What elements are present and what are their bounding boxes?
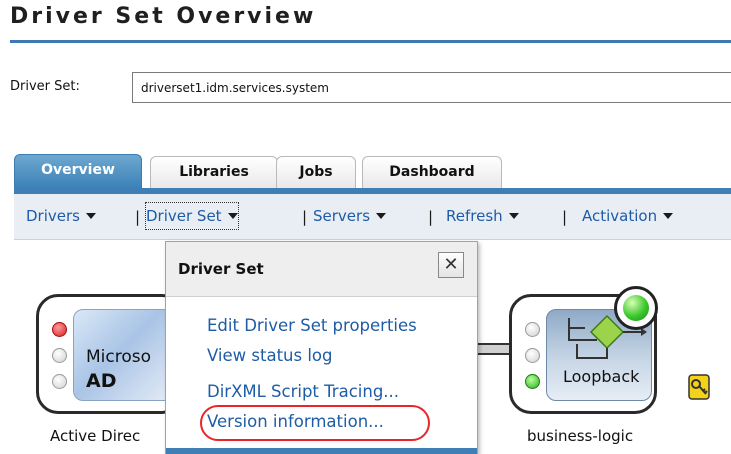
status-led-icon — [525, 348, 540, 363]
running-indicator-icon — [614, 286, 658, 330]
menu-separator: | — [135, 208, 141, 226]
chevron-down-icon — [508, 212, 519, 219]
driver-connector — [478, 343, 512, 355]
tab-jobs[interactable]: Jobs — [276, 156, 356, 188]
chevron-down-icon — [85, 212, 96, 219]
driver-icon-text: Microso — [86, 347, 152, 367]
menu-driver-set-label: Driver Set — [146, 207, 222, 225]
version-information-link[interactable]: Version information... — [207, 412, 384, 431]
close-icon[interactable]: ✕ — [438, 252, 464, 278]
popup-header: Driver Set ✕ — [166, 242, 477, 297]
key-icon — [688, 374, 710, 400]
status-led-icon — [52, 374, 67, 389]
toolbar-menu: Drivers | Driver Set | Servers | Refresh… — [14, 194, 731, 240]
tab-dashboard[interactable]: Dashboard — [362, 156, 502, 188]
edit-driver-set-properties-link[interactable]: Edit Driver Set properties — [207, 316, 417, 335]
chevron-down-icon — [227, 212, 238, 219]
menu-refresh-label: Refresh — [446, 207, 503, 225]
menu-servers[interactable]: Servers — [313, 203, 387, 229]
windows-logo-icon: Microso AD — [73, 309, 179, 401]
chevron-down-icon — [663, 212, 674, 219]
menu-activation[interactable]: Activation — [582, 203, 674, 229]
driver-active-directory[interactable]: Microso AD — [36, 294, 184, 414]
status-led-icon — [52, 348, 67, 363]
chevron-down-icon — [376, 212, 387, 219]
status-error-icon — [52, 322, 67, 337]
menu-drivers-label: Drivers — [26, 207, 80, 225]
menu-activation-label: Activation — [582, 207, 658, 225]
tab-libraries[interactable]: Libraries — [150, 156, 278, 188]
tab-overview[interactable]: Overview — [14, 154, 142, 188]
title-divider — [10, 40, 731, 43]
popup-title: Driver Set — [178, 260, 264, 278]
menu-separator: | — [428, 208, 434, 226]
driver-icon-text: Loopback — [563, 367, 640, 386]
menu-servers-label: Servers — [313, 207, 371, 225]
driver-set-field[interactable] — [132, 72, 731, 103]
status-led-icon — [525, 322, 540, 337]
menu-driver-set[interactable]: Driver Set — [145, 202, 239, 230]
popup-bottom-bar — [166, 448, 477, 454]
dirxml-script-tracing-link[interactable]: DirXML Script Tracing... — [207, 382, 399, 401]
menu-drivers[interactable]: Drivers — [26, 203, 96, 229]
driver-icon-text: AD — [86, 370, 117, 392]
driver-name-label: business-logic — [527, 427, 634, 445]
view-status-log-link[interactable]: View status log — [207, 346, 333, 365]
driver-name-label: Active Direc — [50, 427, 141, 445]
menu-refresh[interactable]: Refresh — [446, 203, 519, 229]
menu-separator: | — [562, 208, 568, 226]
driver-set-popup: Driver Set ✕ Edit Driver Set properties … — [165, 241, 478, 454]
status-led-icon — [525, 374, 540, 389]
menu-separator: | — [302, 208, 308, 226]
driver-set-label: Driver Set: — [10, 79, 80, 94]
page-title: Driver Set Overview — [10, 4, 317, 29]
